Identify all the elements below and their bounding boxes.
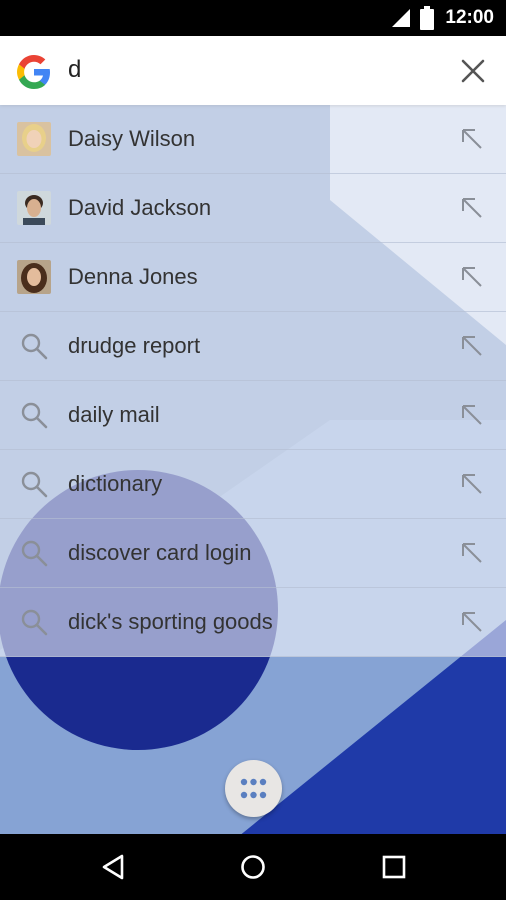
google-logo [17,55,50,89]
recents-icon[interactable] [378,851,410,883]
suggestion-text: dictionary [68,471,163,496]
battery-icon [420,6,434,30]
suggestion-text: dick's sporting goods [68,609,273,634]
query-suggestion-row[interactable]: drudge report [0,312,506,381]
contact-avatar [17,191,51,225]
close-icon[interactable] [460,58,486,84]
arrow-up-left-icon[interactable] [460,403,484,427]
suggestion-text: drudge report [68,333,201,358]
arrow-up-left-icon[interactable] [460,127,484,151]
contact-name: Daisy Wilson [68,126,196,151]
search-input[interactable] [68,56,428,84]
search-icon [21,540,48,567]
contact-name: Denna Jones [68,264,198,289]
arrow-up-left-icon[interactable] [460,472,484,496]
app-drawer-button[interactable] [225,760,282,817]
search-icon [21,402,48,429]
query-suggestion-row[interactable]: discover card login [0,519,506,588]
arrow-up-left-icon[interactable] [460,196,484,220]
query-suggestion-row[interactable]: dictionary [0,450,506,519]
suggestions-list: Daisy Wilson David Jackson Denna Jones d… [0,105,506,657]
signal-icon [392,9,410,27]
contact-name: David Jackson [68,195,212,220]
navigation-bar [0,834,506,900]
contact-suggestion-row[interactable]: Denna Jones [0,243,506,312]
contact-avatar [17,122,51,156]
suggestion-text: discover card login [68,540,252,565]
search-icon [21,333,48,360]
arrow-up-left-icon[interactable] [460,265,484,289]
arrow-up-left-icon[interactable] [460,334,484,358]
query-suggestion-row[interactable]: daily mail [0,381,506,450]
clock: 12:00 [445,7,494,28]
search-bar [0,36,506,105]
apps-grid-icon [240,778,267,799]
contact-suggestion-row[interactable]: Daisy Wilson [0,105,506,174]
suggestion-text: daily mail [68,402,160,427]
contact-avatar [17,260,51,294]
search-icon [21,471,48,498]
back-icon[interactable] [98,851,130,883]
arrow-up-left-icon[interactable] [460,541,484,565]
query-suggestion-row[interactable]: dick's sporting goods [0,588,506,657]
contact-suggestion-row[interactable]: David Jackson [0,174,506,243]
arrow-up-left-icon[interactable] [460,610,484,634]
home-icon[interactable] [237,851,269,883]
status-bar: 12:00 [0,0,506,36]
search-icon [21,609,48,636]
